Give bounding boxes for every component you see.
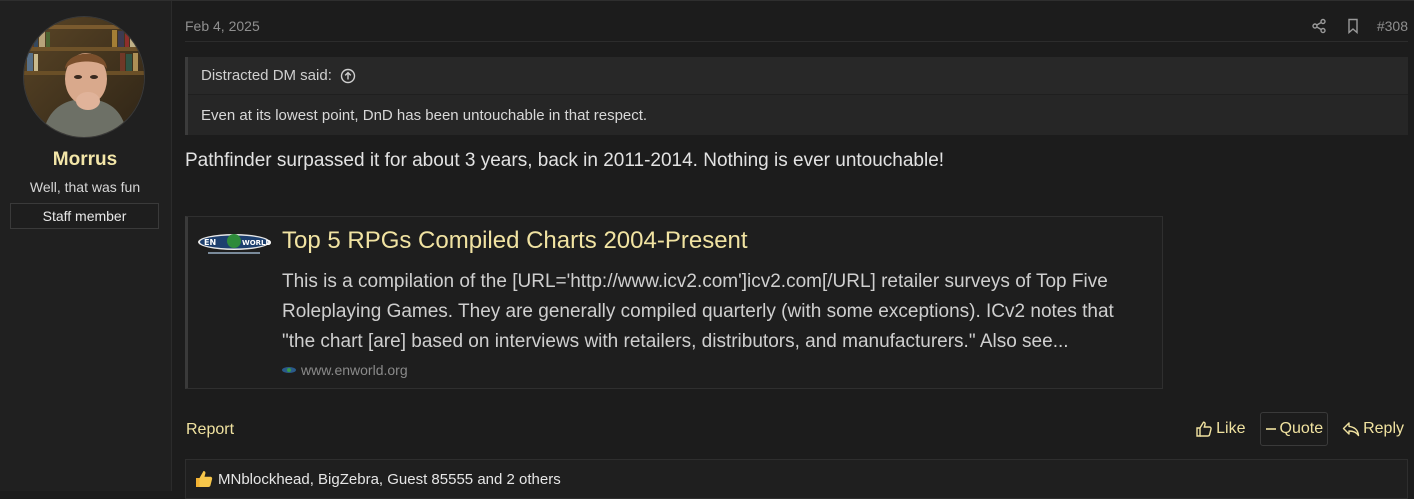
user-title: Well, that was fun — [29, 179, 141, 195]
quote-author[interactable]: Distracted DM said: — [201, 67, 332, 84]
enworld-logo-icon: EN WORLD — [196, 230, 272, 258]
post-actions: Report Like Quote Reply — [185, 411, 1408, 447]
reply-icon — [1342, 422, 1360, 437]
avatar[interactable] — [23, 16, 145, 138]
favicon-icon — [282, 367, 296, 373]
report-button[interactable]: Report — [186, 421, 234, 439]
username[interactable]: Morrus — [0, 149, 170, 171]
post: Morrus Well, that was fun Staff member F… — [0, 0, 1414, 499]
post-header: Feb 4, 2025 #308 — [185, 1, 1408, 42]
quote-button[interactable]: Quote — [1259, 412, 1329, 446]
like-reaction-icon — [194, 469, 214, 489]
post-number[interactable]: #308 — [1377, 18, 1408, 34]
svg-text:WORLD: WORLD — [242, 239, 272, 247]
post-header-actions: #308 — [1309, 16, 1408, 36]
post-date[interactable]: Feb 4, 2025 — [185, 18, 260, 34]
reply-label: Reply — [1363, 420, 1404, 437]
quote-text: Even at its lowest point, DnD has been u… — [201, 107, 648, 124]
reactions-bar[interactable]: MNblockhead, BigZebra, Guest 85555 and 2… — [185, 459, 1408, 499]
link-preview-domain: www.enworld.org — [301, 362, 408, 378]
like-button[interactable]: Like — [1191, 412, 1249, 446]
arrow-up-circle-icon[interactable] — [340, 68, 356, 84]
post-message: Pathfinder surpassed it for about 3 year… — [185, 150, 945, 171]
svg-text:EN: EN — [204, 238, 216, 247]
link-preview-description: This is a compilation of the [URL='http:… — [282, 271, 1114, 352]
like-label: Like — [1216, 420, 1246, 437]
thumbs-up-icon — [1196, 421, 1212, 437]
minus-icon — [1265, 428, 1276, 430]
post-actions-right: Like Quote Reply — [1191, 411, 1408, 447]
link-preview-source[interactable]: www.enworld.org — [282, 362, 408, 378]
share-icon[interactable] — [1309, 16, 1329, 36]
staff-badge: Staff member — [10, 203, 159, 229]
quote-block: Distracted DM said: Even at its lowest p… — [185, 57, 1408, 135]
link-preview-card[interactable]: EN WORLD Top 5 RPGs Compiled Charts 2004… — [185, 216, 1163, 389]
link-preview-title[interactable]: Top 5 RPGs Compiled Charts 2004-Present — [282, 227, 748, 255]
reactions-text[interactable]: MNblockhead, BigZebra, Guest 85555 and 2… — [218, 471, 561, 488]
bookmark-icon[interactable] — [1343, 16, 1363, 36]
reply-button[interactable]: Reply — [1338, 412, 1408, 446]
post-main: Feb 4, 2025 #308 Distracted DM said: Eve… — [172, 1, 1414, 499]
user-column: Morrus Well, that was fun Staff member — [0, 1, 172, 491]
quote-header: Distracted DM said: — [188, 57, 1408, 95]
quote-label: Quote — [1279, 420, 1324, 437]
